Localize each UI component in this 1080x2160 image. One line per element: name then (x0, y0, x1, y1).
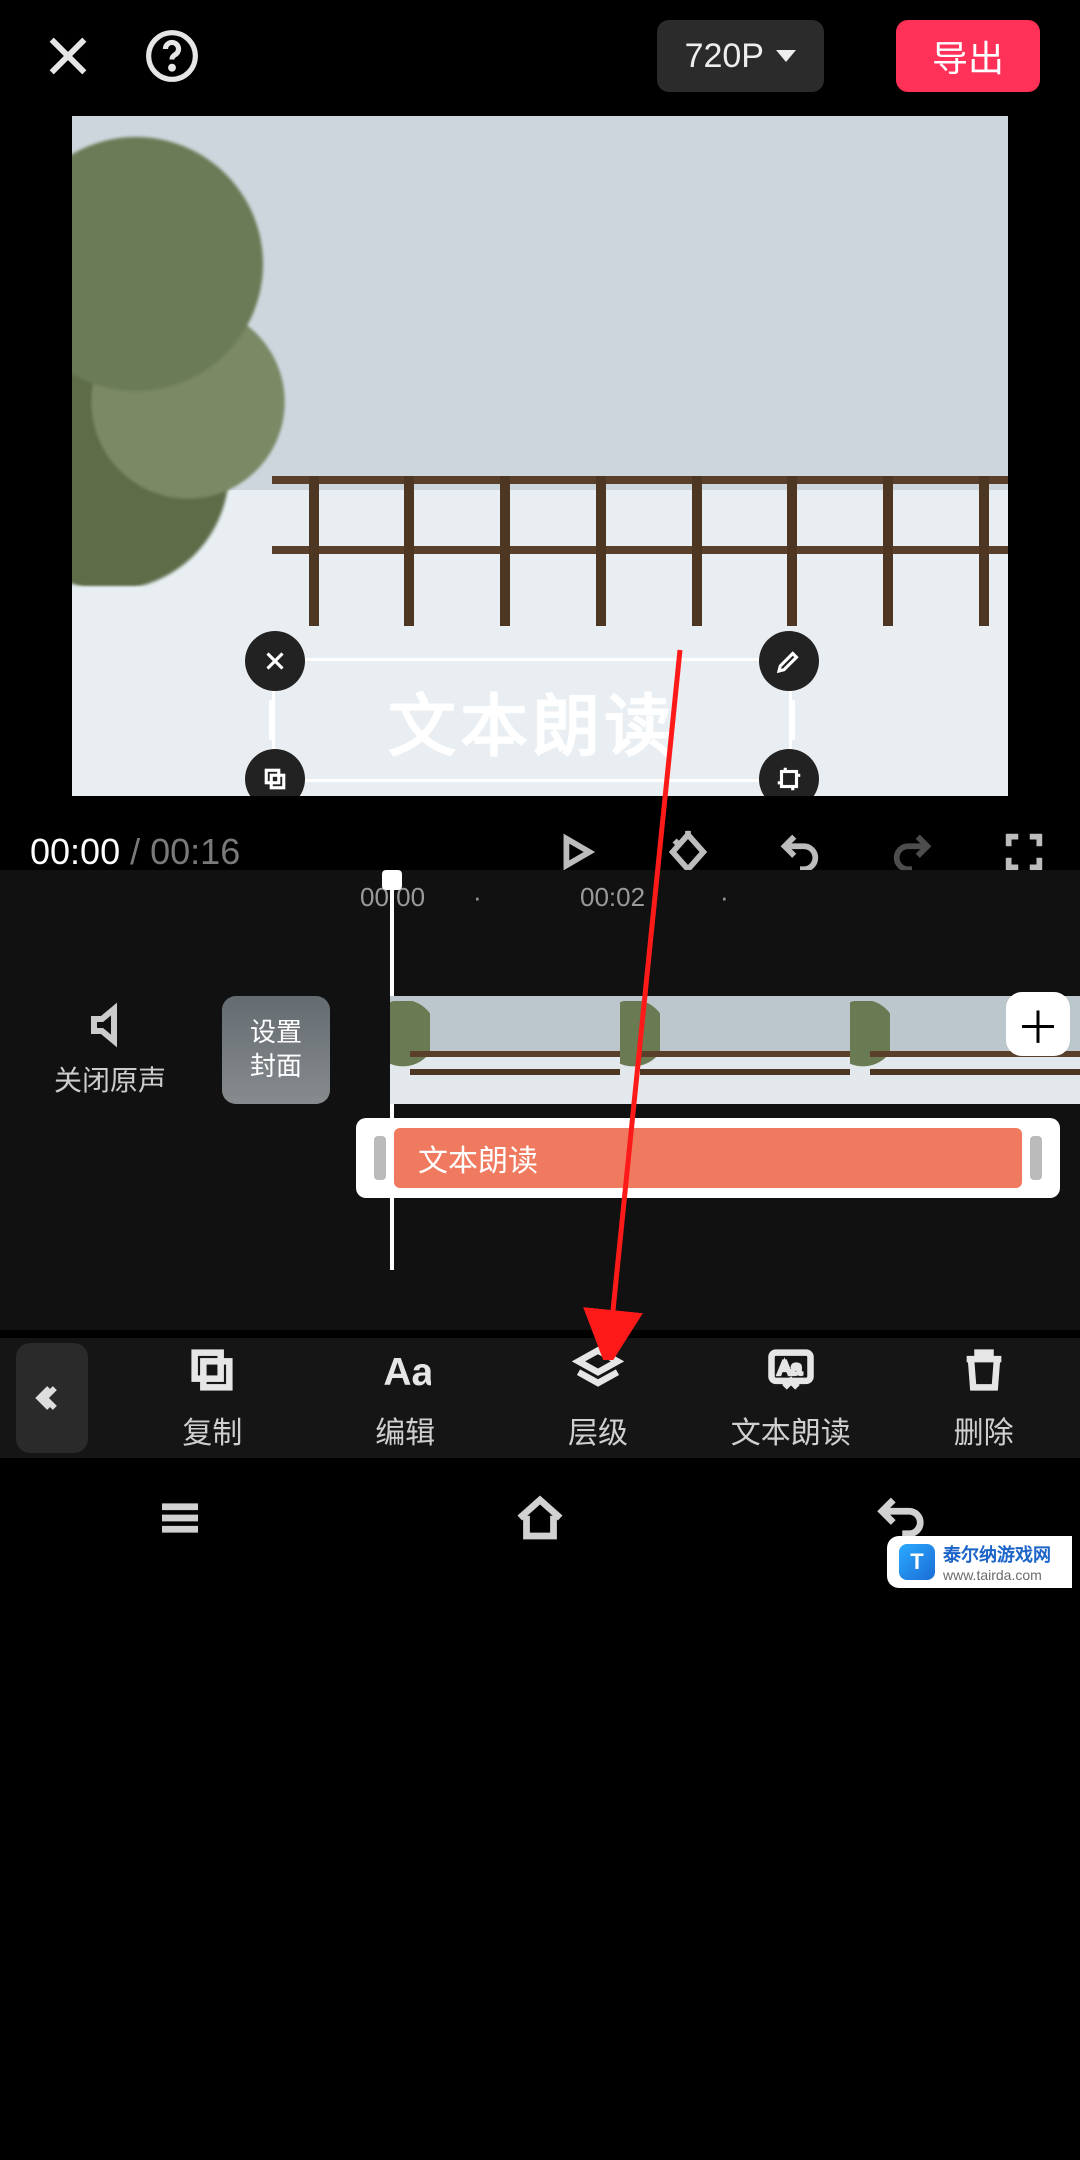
video-preview[interactable]: 文本朗读 (72, 116, 1008, 796)
clip-handle-right[interactable] (1030, 1136, 1042, 1180)
overlay-text: 文本朗读 (388, 671, 676, 770)
preview-scene-tree (72, 126, 292, 586)
clip-thumb (620, 996, 850, 1104)
resize-handle-right[interactable] (789, 700, 795, 740)
timeline-ruler: 00:00 · 00:02 · (0, 870, 1080, 920)
tool-layer[interactable]: 层级 (502, 1344, 695, 1452)
overlay-copy-handle[interactable] (245, 749, 305, 796)
watermark-logo (899, 1544, 935, 1580)
resize-handle-left[interactable] (269, 700, 275, 740)
text-overlay-box[interactable]: 文本朗读 (272, 658, 792, 782)
top-bar: 720P 导出 (0, 0, 1080, 112)
resolution-selector[interactable]: 720P (657, 20, 824, 92)
toolbar-back-button[interactable] (16, 1343, 88, 1453)
close-icon[interactable] (40, 28, 96, 84)
time-duration: 00:16 (150, 831, 240, 872)
preview-scene-deck (272, 476, 1008, 676)
watermark: 泰尔纳游戏网 www.tairda.com (887, 1536, 1072, 1588)
add-clip-button[interactable]: ＋ (1006, 992, 1070, 1056)
overlay-edit-handle[interactable] (759, 631, 819, 691)
tool-copy[interactable]: 复制 (116, 1344, 309, 1452)
svg-text:Aa: Aa (384, 1351, 432, 1394)
mute-original-audio[interactable]: 关闭原声 (0, 1001, 220, 1099)
timecode: 00:00 / 00:16 (30, 831, 240, 873)
chevron-down-icon (776, 50, 796, 62)
nav-menu-icon[interactable] (153, 1491, 207, 1550)
export-button[interactable]: 导出 (896, 20, 1040, 92)
tool-tts[interactable]: Aa 文本朗读 (694, 1344, 887, 1452)
clip-handle-left[interactable] (374, 1136, 386, 1180)
tool-edit[interactable]: Aa 编辑 (309, 1344, 502, 1452)
bottom-toolbar: 复制 Aa 编辑 层级 Aa 文本朗读 删除 (0, 1338, 1080, 1458)
time-current: 00:00 (30, 831, 120, 872)
tool-delete[interactable]: 删除 (887, 1344, 1080, 1452)
clip-thumb (390, 996, 620, 1104)
video-clip-strip[interactable]: ＋ (390, 996, 1080, 1104)
nav-home-icon[interactable] (513, 1491, 567, 1550)
overlay-delete-handle[interactable] (245, 631, 305, 691)
ruler-mark: 00:02 (580, 882, 645, 913)
video-track-row: 关闭原声 设置 封面 ＋ (0, 990, 1080, 1110)
text-track-clip[interactable]: 文本朗读 (356, 1118, 1060, 1198)
timeline[interactable]: 00:00 · 00:02 · 关闭原声 设置 封面 ＋ 文本朗读 (0, 870, 1080, 1330)
resolution-label: 720P (685, 37, 764, 76)
overlay-rotate-handle[interactable] (759, 749, 819, 796)
text-clip-label: 文本朗读 (418, 1136, 538, 1180)
help-icon[interactable] (144, 28, 200, 84)
set-cover-chip[interactable]: 设置 封面 (222, 996, 330, 1104)
svg-text:Aa: Aa (778, 1357, 802, 1379)
